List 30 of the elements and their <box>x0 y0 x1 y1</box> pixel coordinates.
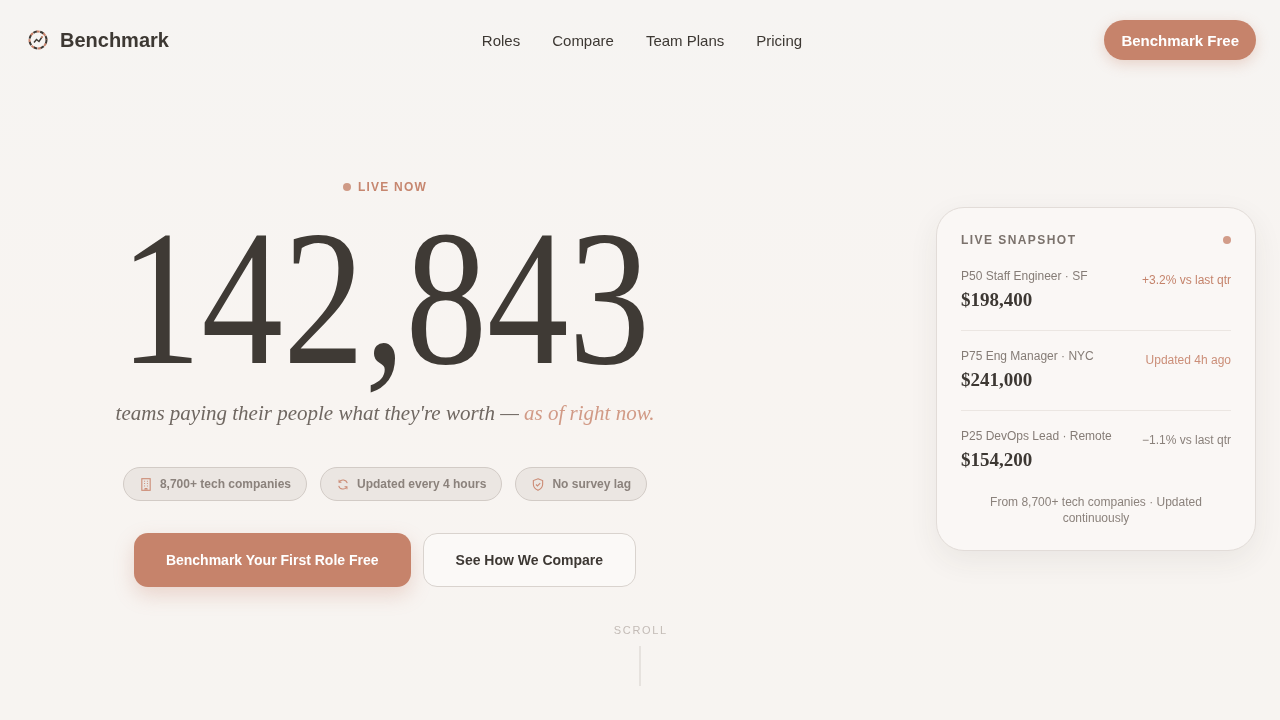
building-icon <box>139 477 152 491</box>
nav-link[interactable]: Pricing <box>756 31 803 49</box>
refresh-icon <box>337 477 349 491</box>
logo-text[interactable]: Benchmark <box>60 28 169 52</box>
card-footnote: From 8,700+ tech companies · Updated continuously <box>989 494 1203 526</box>
nav-link[interactable]: Roles <box>481 31 521 49</box>
role-label: P50 Staff Engineer · SF <box>961 268 1088 284</box>
nav-link[interactable]: Compare <box>552 31 614 49</box>
change-note: −1.1% vs last qtr <box>1141 432 1231 448</box>
logo-icon <box>28 30 48 50</box>
salary-value: $241,000 <box>961 368 1034 392</box>
role-label: P25 DevOps Lead · Remote <box>961 428 1112 444</box>
shield-check-icon <box>532 477 545 491</box>
change-note: Updated 4h ago <box>1145 352 1231 368</box>
feature-chip: 8,700+ tech companies <box>122 467 307 501</box>
tagline: teams paying their people what they're worth — as of right now. <box>115 400 655 427</box>
nav-link[interactable]: Team Plans <box>645 31 725 49</box>
scroll-label: SCROLL <box>612 623 668 637</box>
salary-value: $198,400 <box>961 288 1034 312</box>
feature-chip: Updated every 4 hours <box>320 467 503 501</box>
salary-value: $154,200 <box>961 448 1034 472</box>
live-label: LIVE NOW <box>358 179 427 195</box>
status-dot-icon <box>1223 236 1231 244</box>
card-title: LIVE SNAPSHOT <box>961 232 1077 248</box>
change-note: +3.2% vs last qtr <box>1141 272 1231 288</box>
status-dot-icon <box>343 183 352 191</box>
role-label: P75 Eng Manager · NYC <box>961 348 1094 364</box>
team-count: 142,843 <box>119 203 651 395</box>
feature-chip: No survey lag <box>515 467 648 501</box>
secondary-button[interactable]: See How We Compare <box>422 533 637 587</box>
